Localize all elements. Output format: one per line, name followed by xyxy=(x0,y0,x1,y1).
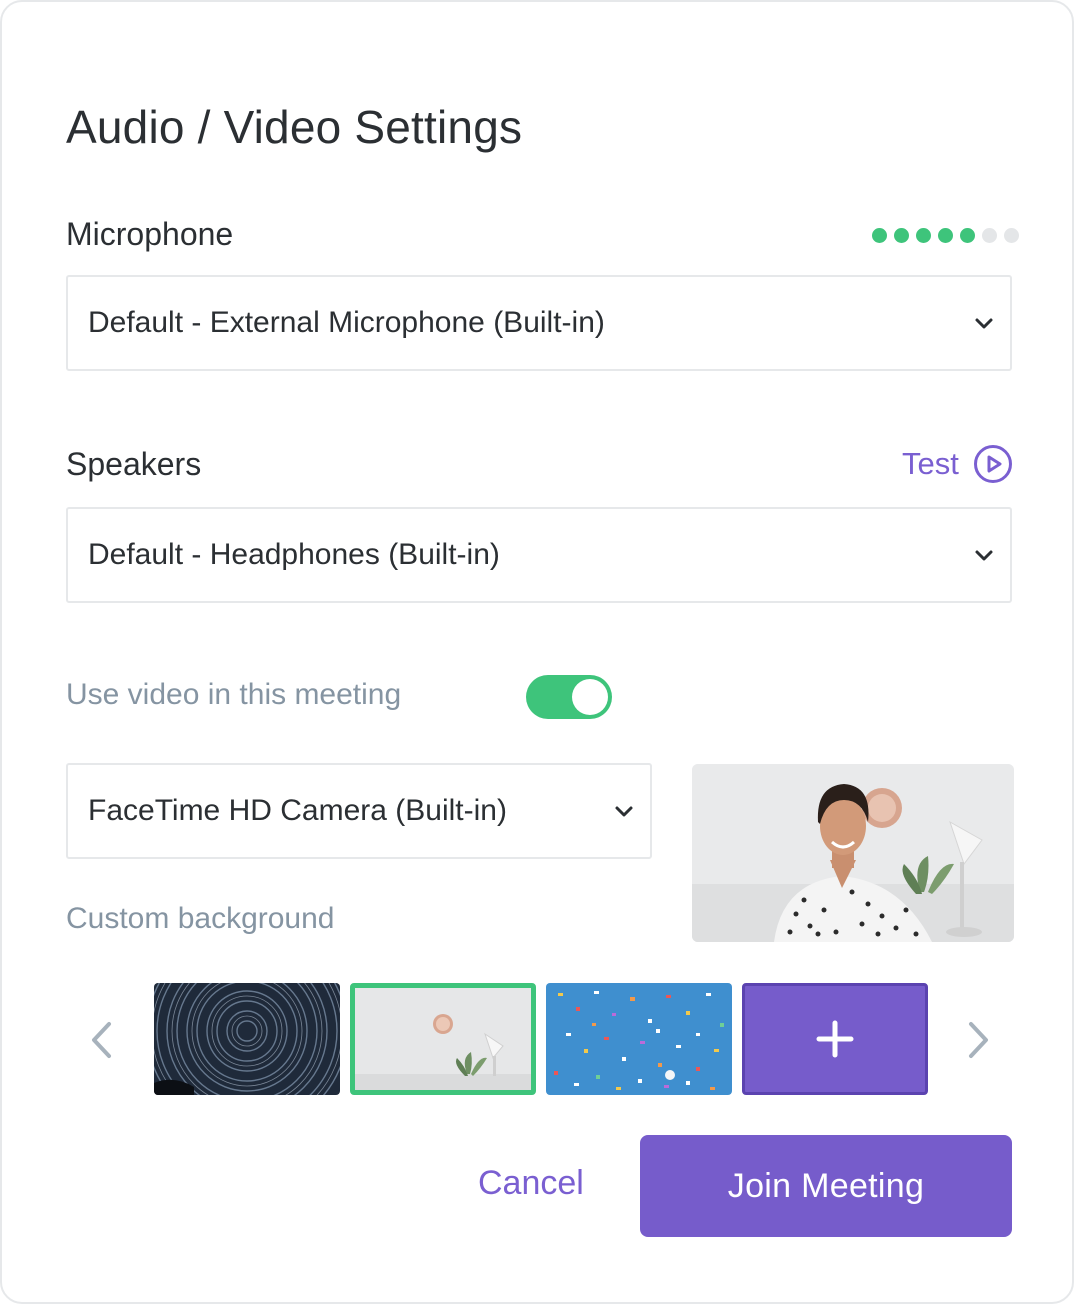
join-meeting-button[interactable]: Join Meeting xyxy=(640,1135,1012,1237)
microphone-select[interactable]: Default - External Microphone (Built-in) xyxy=(66,275,1012,371)
speakers-select-value: Default - Headphones (Built-in) xyxy=(88,538,500,571)
background-thumbnail-confetti[interactable] xyxy=(546,983,732,1095)
chevron-left-icon[interactable] xyxy=(82,1018,122,1062)
use-video-toggle[interactable] xyxy=(526,675,612,719)
chevron-down-icon xyxy=(975,318,993,329)
level-dot xyxy=(982,228,997,243)
dialog-title: Audio / Video Settings xyxy=(66,101,523,153)
use-video-label: Use video in this meeting xyxy=(66,678,402,711)
chevron-down-icon xyxy=(975,550,993,561)
test-speakers-button[interactable]: Test xyxy=(902,444,1013,484)
cancel-button[interactable]: Cancel xyxy=(478,1164,584,1203)
plus-icon xyxy=(816,1020,854,1058)
test-label: Test xyxy=(902,446,959,481)
camera-preview xyxy=(692,764,1014,942)
audio-video-settings-dialog: Audio / Video Settings Microphone Defaul… xyxy=(0,0,1074,1304)
camera-select[interactable]: FaceTime HD Camera (Built-in) xyxy=(66,763,652,859)
microphone-label: Microphone xyxy=(66,216,234,252)
star-trails-image xyxy=(154,983,340,1095)
speakers-select[interactable]: Default - Headphones (Built-in) xyxy=(66,507,1012,603)
camera-preview-image xyxy=(692,764,1014,942)
microphone-select-value: Default - External Microphone (Built-in) xyxy=(88,306,605,339)
background-thumbnail-star-trails[interactable] xyxy=(154,983,340,1095)
level-dot xyxy=(938,228,953,243)
speakers-label: Speakers xyxy=(66,446,202,482)
background-thumbnail-wall-clock-room[interactable] xyxy=(350,983,536,1095)
level-dot xyxy=(916,228,931,243)
confetti-image xyxy=(546,983,732,1095)
level-dot xyxy=(1004,228,1019,243)
add-background-button[interactable] xyxy=(742,983,928,1095)
chevron-down-icon xyxy=(615,806,633,817)
microphone-level-meter xyxy=(872,228,1019,243)
wall-clock-room-image xyxy=(355,988,531,1090)
level-dot xyxy=(872,228,887,243)
level-dot xyxy=(894,228,909,243)
play-circle-icon xyxy=(973,445,1012,483)
custom-background-label: Custom background xyxy=(66,902,335,935)
toggle-knob xyxy=(572,679,608,715)
level-dot xyxy=(960,228,975,243)
chevron-right-icon[interactable] xyxy=(958,1018,998,1062)
camera-select-value: FaceTime HD Camera (Built-in) xyxy=(88,794,507,827)
